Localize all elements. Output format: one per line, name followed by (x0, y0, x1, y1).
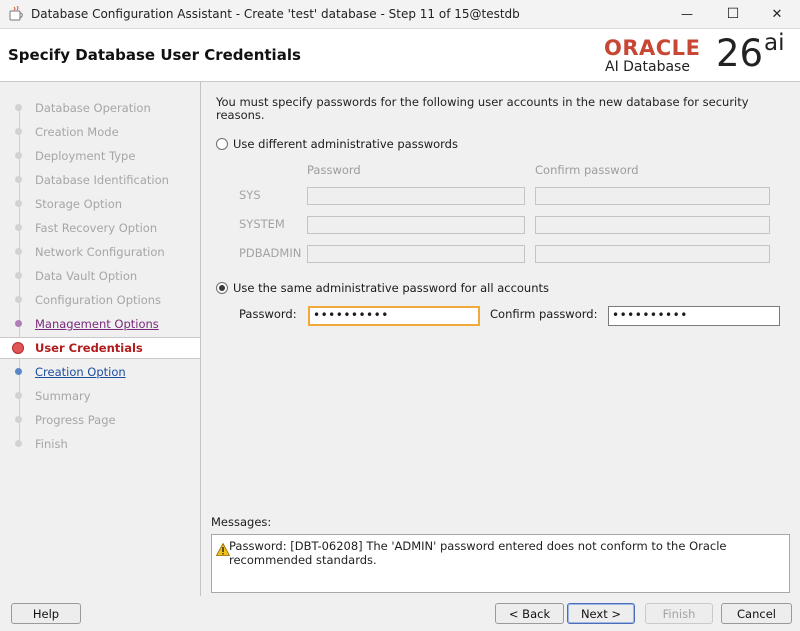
step-database-operation: Database Operation (0, 96, 200, 120)
main-panel: You must specify passwords for the follo… (201, 82, 800, 596)
confirm-column-header: Confirm password (535, 163, 639, 177)
step-label: Creation Mode (35, 125, 119, 139)
sys-label: SYS (239, 188, 261, 202)
java-app-icon (9, 6, 23, 21)
step-user-credentials: User Credentials (0, 337, 200, 359)
password-column-header: Password (307, 163, 361, 177)
page-title: Specify Database User Credentials (8, 46, 301, 64)
step-database-identification: Database Identification (0, 168, 200, 192)
window-title: Database Configuration Assistant - Creat… (31, 7, 520, 21)
step-progress-page: Progress Page (0, 408, 200, 432)
warning-icon (216, 543, 230, 556)
sys-password-field (307, 187, 525, 205)
system-label: SYSTEM (239, 217, 285, 231)
step-dot-icon (15, 368, 22, 375)
intro-text: You must specify passwords for the follo… (216, 95, 749, 122)
next-button[interactable]: Next > (567, 603, 635, 624)
pdbadmin-confirm-field (535, 245, 770, 263)
steps-sidebar: Database Operation Creation Mode Deploym… (0, 82, 201, 596)
step-label: Storage Option (35, 197, 123, 211)
close-icon: ✕ (771, 6, 783, 22)
step-label: Summary (35, 389, 91, 403)
step-dot-icon (15, 320, 22, 327)
step-label: Fast Recovery Option (35, 221, 158, 235)
step-dot-icon (15, 200, 22, 207)
step-label: Database Identification (35, 173, 169, 187)
pdbadmin-password-field (307, 245, 525, 263)
title-bar: Database Configuration Assistant - Creat… (0, 0, 800, 29)
step-dot-icon (15, 248, 22, 255)
step-label: Configuration Options (35, 293, 162, 307)
step-label: User Credentials (35, 341, 143, 355)
step-network-configuration: Network Configuration (0, 240, 200, 264)
same-password-radio[interactable] (216, 282, 228, 294)
step-dot-icon (15, 152, 22, 159)
password-label: Password: (239, 307, 297, 321)
cancel-button[interactable]: Cancel (721, 603, 792, 624)
step-dot-icon (15, 224, 22, 231)
help-button[interactable]: Help (11, 603, 81, 624)
confirm-password-label: Confirm password: (490, 307, 598, 321)
logo-oracle-text: ORACLE (604, 36, 701, 60)
step-dot-icon (15, 440, 22, 447)
step-label: Finish (35, 437, 68, 451)
step-dot-icon (15, 104, 22, 111)
step-fast-recovery-option: Fast Recovery Option (0, 216, 200, 240)
step-label: Data Vault Option (35, 269, 138, 283)
password-input[interactable]: •••••••••• (308, 306, 480, 326)
step-dot-icon (15, 296, 22, 303)
same-password-label[interactable]: Use the same administrative password for… (233, 281, 549, 295)
message-text: Password: [DBT-06208] The 'ADMIN' passwo… (229, 539, 727, 567)
page-header: Specify Database User Credentials ORACLE… (0, 29, 800, 82)
step-label[interactable]: Creation Option (35, 365, 126, 379)
maximize-icon: ☐ (726, 6, 740, 22)
step-creation-option[interactable]: Creation Option (0, 360, 200, 384)
current-step-icon (12, 342, 24, 354)
oracle-logo: ORACLE AI Database 26 ai (604, 30, 794, 78)
step-configuration-options: Configuration Options (0, 288, 200, 312)
minimize-button[interactable]: — (664, 0, 710, 28)
step-dot-icon (15, 176, 22, 183)
close-button[interactable]: ✕ (754, 0, 800, 28)
back-button[interactable]: < Back (495, 603, 564, 624)
step-label: Progress Page (35, 413, 116, 427)
different-passwords-label[interactable]: Use different administrative passwords (233, 137, 458, 151)
logo-suffix-text: ai (764, 30, 785, 56)
pdbadmin-label: PDBADMIN (239, 246, 302, 260)
step-deployment-type: Deployment Type (0, 144, 200, 168)
step-label: Deployment Type (35, 149, 136, 163)
step-label[interactable]: Management Options (35, 317, 159, 331)
step-data-vault-option: Data Vault Option (0, 264, 200, 288)
messages-label: Messages: (211, 515, 272, 529)
step-finish: Finish (0, 432, 200, 456)
maximize-button[interactable]: ☐ (710, 0, 756, 28)
system-password-field (307, 216, 525, 234)
step-management-options[interactable]: Management Options (0, 312, 200, 336)
step-dot-icon (15, 392, 22, 399)
finish-button: Finish (645, 603, 713, 624)
step-summary: Summary (0, 384, 200, 408)
logo-version-text: 26 (716, 32, 764, 75)
system-confirm-field (535, 216, 770, 234)
messages-box: Password: [DBT-06208] The 'ADMIN' passwo… (211, 534, 790, 593)
step-dot-icon (15, 416, 22, 423)
sys-confirm-field (535, 187, 770, 205)
step-creation-mode: Creation Mode (0, 120, 200, 144)
step-label: Database Operation (35, 101, 151, 115)
step-dot-icon (15, 272, 22, 279)
confirm-password-input[interactable]: •••••••••• (608, 306, 780, 326)
different-passwords-radio[interactable] (216, 138, 228, 150)
step-storage-option: Storage Option (0, 192, 200, 216)
logo-product-text: AI Database (605, 59, 690, 75)
step-label: Network Configuration (35, 245, 165, 259)
step-dot-icon (15, 128, 22, 135)
minimize-icon: — (681, 7, 693, 21)
